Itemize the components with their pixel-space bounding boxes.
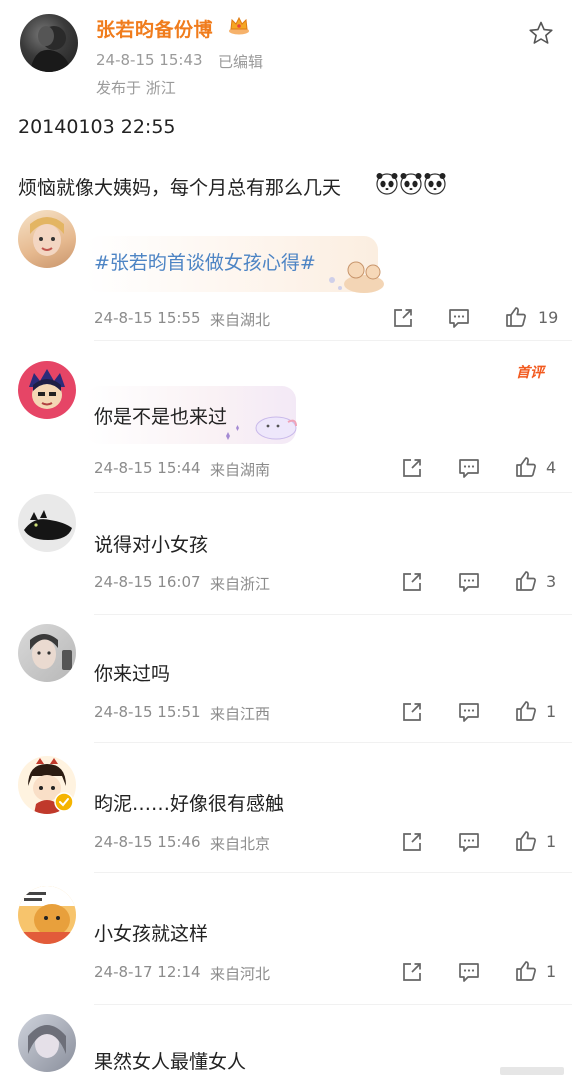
post-timestamp: 24-8-15 15:43 [96, 51, 203, 69]
divider [94, 614, 572, 615]
comment-icon[interactable] [457, 456, 481, 480]
like-count: 19 [538, 308, 559, 327]
share-icon[interactable] [400, 570, 424, 594]
comment-location: 来自江西 [210, 705, 271, 723]
panda-emoji-icons [376, 173, 446, 195]
comment-text[interactable]: 果然女人最懂女人 [94, 1047, 246, 1074]
commenter-avatar[interactable] [18, 886, 76, 944]
comment-location: 来自湖南 [210, 461, 271, 479]
thumbs-up-icon[interactable] [514, 829, 538, 853]
like-count: 1 [546, 832, 557, 851]
commenter-avatar[interactable] [18, 210, 76, 268]
share-icon[interactable] [400, 960, 424, 984]
comment-icon[interactable] [457, 960, 481, 984]
share-icon[interactable] [400, 456, 424, 480]
comment-location: 来自河北 [210, 965, 271, 983]
sticker-icon [329, 261, 384, 293]
share-icon[interactable] [391, 306, 415, 330]
post-text-line2: 烦恼就像大姨妈，每个月总有那么几天 [18, 177, 342, 199]
verified-badge-icon [54, 792, 74, 812]
watermark [500, 1067, 564, 1075]
comment-time: 24-8-15 15:46 [94, 833, 201, 851]
crown-icon [229, 16, 249, 35]
comment-time: 24-8-15 15:44 [94, 459, 201, 477]
share-icon[interactable] [400, 830, 424, 854]
comment-time: 24-8-15 16:07 [94, 573, 201, 591]
divider [94, 340, 572, 341]
author-name[interactable]: 张若昀备份博 [96, 15, 213, 42]
divider [94, 1004, 572, 1005]
comment-time: 24-8-15 15:51 [94, 703, 201, 721]
commenter-avatar[interactable] [18, 361, 76, 419]
comment-location: 来自浙江 [210, 575, 271, 593]
thumbs-up-icon[interactable] [514, 455, 538, 479]
thumbs-up-icon[interactable] [514, 959, 538, 983]
like-count: 1 [546, 962, 557, 981]
post-text-line1: 20140103 22:55 [18, 116, 176, 138]
comment-icon[interactable] [457, 700, 481, 724]
commenter-avatar[interactable] [18, 624, 76, 682]
post-location: 发布于 浙江 [96, 79, 176, 97]
comment-text[interactable]: #张若昀首谈做女孩心得# [94, 248, 316, 275]
comment-time: 24-8-15 15:55 [94, 309, 201, 327]
comment-text[interactable]: 小女孩就这样 [94, 919, 208, 946]
comment-icon[interactable] [447, 306, 471, 330]
divider [94, 872, 572, 873]
star-outline-icon[interactable] [528, 20, 554, 46]
author-avatar[interactable] [20, 14, 78, 72]
divider [94, 742, 572, 743]
sticker-icon [226, 416, 297, 440]
thumbs-up-icon[interactable] [514, 699, 538, 723]
comment-icon[interactable] [457, 830, 481, 854]
comment-text[interactable]: 昀泥……好像很有感触 [94, 789, 284, 816]
like-count: 3 [546, 572, 557, 591]
like-count: 1 [546, 702, 557, 721]
commenter-avatar[interactable] [18, 1014, 76, 1072]
thumbs-up-icon[interactable] [514, 569, 538, 593]
comment-text[interactable]: 你来过吗 [94, 659, 170, 686]
thumbs-up-icon[interactable] [504, 305, 528, 329]
commenter-avatar[interactable] [18, 494, 76, 552]
comment-text[interactable]: 你是不是也来过 [94, 402, 227, 429]
comment-location: 来自湖北 [210, 311, 271, 329]
comment-time: 24-8-17 12:14 [94, 963, 201, 981]
comment-location: 来自北京 [210, 835, 271, 853]
share-icon[interactable] [400, 700, 424, 724]
comment-text[interactable]: 说得对小女孩 [94, 530, 208, 557]
edited-label: 已编辑 [218, 53, 264, 71]
like-count: 4 [546, 458, 557, 477]
comment-icon[interactable] [457, 570, 481, 594]
divider [94, 492, 572, 493]
first-comment-badge: 首评 [516, 365, 544, 381]
